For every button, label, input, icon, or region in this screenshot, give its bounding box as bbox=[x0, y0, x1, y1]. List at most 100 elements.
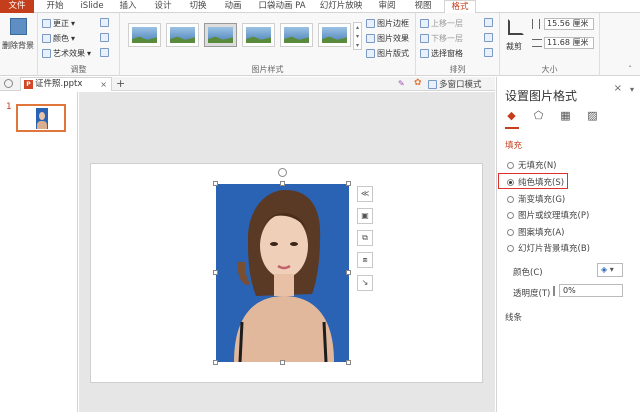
picture-border-button[interactable]: 图片边框 bbox=[366, 18, 409, 29]
export-icon[interactable]: ↘ bbox=[357, 275, 373, 291]
pane-menu-icon[interactable]: ▾ bbox=[630, 85, 634, 94]
tab-file[interactable]: 文件 bbox=[0, 0, 34, 13]
tab-islide[interactable]: iSlide bbox=[76, 0, 108, 13]
resize-handle-l[interactable] bbox=[213, 270, 218, 275]
picture-style-5[interactable] bbox=[280, 23, 313, 47]
rotate-handle-icon[interactable] bbox=[278, 168, 287, 177]
tab-review[interactable]: 审阅 bbox=[372, 0, 402, 13]
settings-icon[interactable]: ✿ bbox=[414, 79, 423, 88]
reset-picture-icon[interactable] bbox=[100, 48, 109, 57]
radio-picture-texture-label: 图片或纹理填充(P) bbox=[518, 211, 590, 221]
rotate-icon[interactable] bbox=[484, 48, 493, 57]
line-section-header[interactable]: 线条 bbox=[505, 311, 522, 323]
collapse-ribbon-icon[interactable]: ˆ bbox=[628, 65, 632, 74]
group-picture-styles: ▴ ▾ ▾ 图片边框 图片效果 图片版式 图片样式 bbox=[120, 13, 416, 76]
resize-handle-br[interactable] bbox=[346, 360, 351, 365]
multiwindow-button[interactable]: 多窗口模式 bbox=[428, 78, 482, 90]
picture-icon[interactable]: ▨ bbox=[586, 109, 599, 122]
resize-handle-b[interactable] bbox=[280, 360, 285, 365]
width-input[interactable]: 11.68 厘米 bbox=[544, 37, 594, 49]
correct-button[interactable]: 更正 ▾ bbox=[42, 18, 75, 29]
color-button[interactable]: 颜色 ▾ bbox=[42, 33, 75, 44]
art-effect-button[interactable]: 艺术效果 ▾ bbox=[42, 48, 91, 59]
selection-pane-icon bbox=[420, 49, 429, 58]
selection-pane-label: 选择窗格 bbox=[431, 49, 463, 58]
portrait-photo[interactable] bbox=[216, 184, 349, 362]
selection-pane-button[interactable]: 选择窗格 bbox=[420, 48, 463, 59]
home-icon[interactable] bbox=[4, 79, 13, 88]
resize-handle-tl[interactable] bbox=[213, 181, 218, 186]
send-backward-label: 下移一层 bbox=[431, 34, 463, 43]
resize-handle-bl[interactable] bbox=[213, 360, 218, 365]
remove-background-button[interactable]: 删除背景 bbox=[2, 40, 34, 51]
tab-transition[interactable]: 切换 bbox=[183, 0, 213, 13]
fill-color-picker[interactable]: ◈ ▾ bbox=[597, 263, 623, 277]
fill-section-header[interactable]: 填充 bbox=[505, 139, 522, 151]
picture-style-4[interactable] bbox=[242, 23, 275, 47]
tab-slideshow[interactable]: 幻灯片放映 bbox=[316, 0, 366, 13]
resize-handle-t[interactable] bbox=[280, 181, 285, 186]
pane-close-icon[interactable]: × bbox=[614, 83, 622, 94]
portrait-image bbox=[234, 189, 334, 362]
resize-handle-tr[interactable] bbox=[346, 181, 351, 186]
bring-forward-button[interactable]: 上移一层 bbox=[420, 18, 463, 29]
remove-background-icon bbox=[10, 18, 27, 35]
tab-format[interactable]: 格式 bbox=[444, 0, 476, 14]
collapse-float-icon[interactable]: ≪ bbox=[357, 186, 373, 202]
bring-forward-label: 上移一层 bbox=[431, 19, 463, 28]
radio-no-fill[interactable]: 无填充(N) bbox=[507, 159, 557, 171]
powerpoint-icon: P bbox=[24, 80, 33, 89]
picture-style-1[interactable] bbox=[128, 23, 161, 47]
pin-icon[interactable]: ✎ bbox=[398, 79, 407, 88]
compress-icon[interactable] bbox=[100, 18, 109, 27]
group-label-adjust: 调整 bbox=[70, 65, 87, 74]
size-properties-icon[interactable]: ▦ bbox=[559, 109, 572, 122]
crop-float-icon[interactable]: ⧉ bbox=[357, 230, 373, 246]
bring-forward-icon bbox=[420, 19, 429, 28]
slide-thumbnail[interactable] bbox=[16, 104, 66, 132]
send-backward-button[interactable]: 下移一层 bbox=[420, 33, 463, 44]
picture-layout-button[interactable]: 图片版式 bbox=[366, 48, 409, 59]
paint-bucket-icon: ◈ bbox=[601, 265, 608, 274]
radio-picture-texture-fill[interactable]: 图片或纹理填充(P) bbox=[507, 209, 589, 221]
picture-effect-button[interactable]: 图片效果 bbox=[366, 33, 409, 44]
tab-design[interactable]: 设计 bbox=[148, 0, 178, 13]
close-tab-icon[interactable]: × bbox=[100, 78, 107, 91]
tab-home[interactable]: 开始 bbox=[40, 0, 70, 13]
styles-scroll[interactable]: ▴ ▾ ▾ bbox=[353, 22, 362, 50]
solid-fill-highlight-box bbox=[498, 173, 568, 189]
radio-gradient-fill[interactable]: 渐变填充(G) bbox=[507, 193, 565, 205]
layout-options-icon[interactable]: ▣ bbox=[357, 208, 373, 224]
radio-pattern-fill-label: 图案填充(A) bbox=[518, 228, 565, 238]
tab-view[interactable]: 视图 bbox=[408, 0, 438, 13]
picture-layout-label: 图片版式 bbox=[377, 49, 409, 58]
picture-style-2[interactable] bbox=[166, 23, 199, 47]
ribbon-tab-bar: 文件 开始 iSlide 插入 设计 切换 动画 口袋动画 PA 幻灯片放映 审… bbox=[0, 0, 640, 14]
tab-pocket-animation[interactable]: 口袋动画 PA bbox=[253, 0, 311, 13]
effect-icon bbox=[366, 34, 375, 43]
change-picture-icon[interactable] bbox=[100, 33, 109, 42]
crop-button[interactable]: 裁剪 bbox=[506, 41, 522, 52]
color-label: 颜色(C) bbox=[513, 268, 543, 278]
transparency-slider[interactable] bbox=[553, 286, 555, 296]
transparency-input[interactable]: 0% bbox=[559, 284, 623, 297]
resize-handle-r[interactable] bbox=[346, 270, 351, 275]
tab-animation[interactable]: 动画 bbox=[218, 0, 248, 13]
picture-style-3[interactable] bbox=[204, 23, 237, 47]
height-input[interactable]: 15.56 厘米 bbox=[544, 18, 594, 30]
group-label-styles: 图片样式 bbox=[251, 65, 284, 74]
new-tab-button[interactable]: + bbox=[116, 77, 125, 90]
ribbon: 删除背景 更正 ▾ 颜色 ▾ 艺术效果 ▾ 调整 ▴ ▾ ▾ 图片边框 图片效果 图片版式… bbox=[0, 13, 640, 76]
effects-icon[interactable]: ⬠ bbox=[532, 109, 545, 122]
tab-insert[interactable]: 插入 bbox=[113, 0, 143, 13]
align-icon[interactable] bbox=[484, 18, 493, 27]
group-icon[interactable] bbox=[484, 33, 493, 42]
replace-image-icon[interactable]: ⧈ bbox=[357, 252, 373, 268]
color-label: 颜色 bbox=[53, 34, 69, 43]
send-backward-icon bbox=[420, 34, 429, 43]
document-tab[interactable]: P 证件照.pptx × bbox=[20, 77, 112, 91]
picture-style-6[interactable] bbox=[318, 23, 351, 47]
radio-pattern-fill[interactable]: 图案填充(A) bbox=[507, 226, 564, 238]
fill-line-icon[interactable]: ◆ bbox=[505, 109, 518, 122]
radio-slide-background-fill[interactable]: 幻灯片背景填充(B) bbox=[507, 242, 590, 254]
